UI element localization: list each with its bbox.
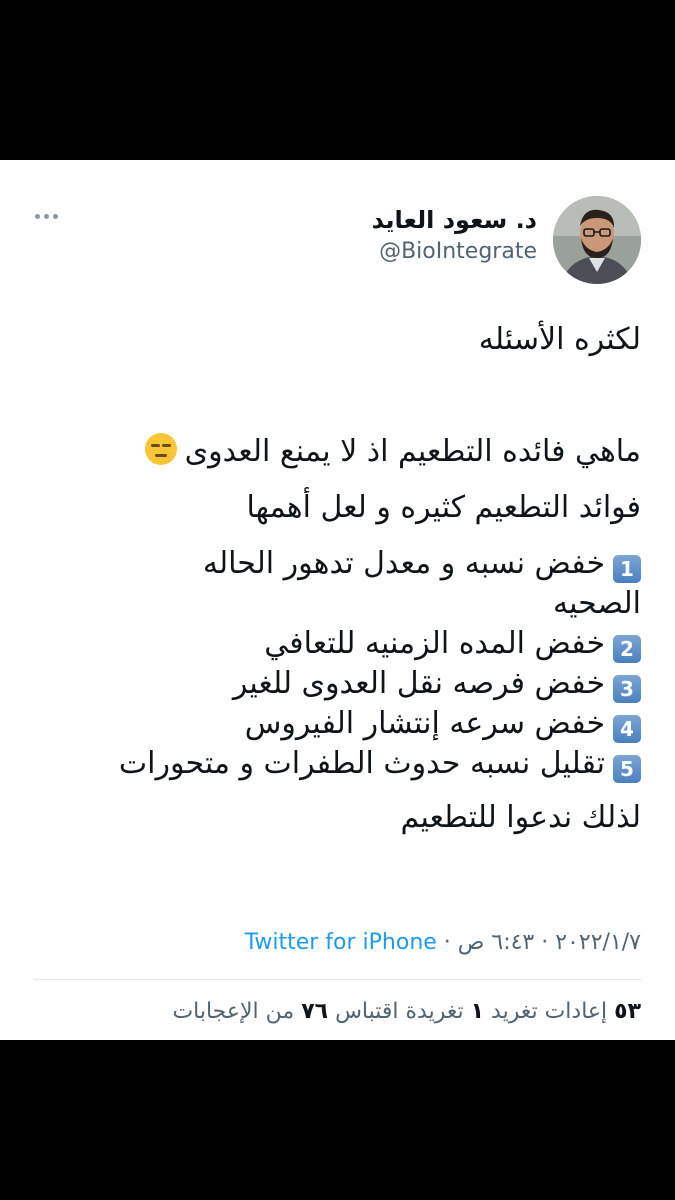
tweet-stats: ٥٣ إعادات تغريد ١ تغريدة اقتباس ٧٦ من ال… (34, 996, 641, 1028)
user-names[interactable]: د. سعود العايد @BioIntegrate (372, 204, 537, 268)
tweet-question-line: ماهي فائده التطعيم اذ لا يمنع العدوى (40, 432, 641, 472)
list-item-text: خفض فرصه نقل العدوى للغير (232, 666, 605, 701)
likes-count: ٧٦ (301, 999, 329, 1024)
list-item-text: خفض سرعه إنتشار الفيروس (244, 706, 605, 741)
tweet-date[interactable]: ٢٠٢٢/١/٧ (555, 930, 641, 955)
keycap-number-icon: 5 (613, 755, 641, 783)
meta-separator: · (541, 930, 549, 955)
tweet-card: د. سعود العايد @BioIntegrate لكثره الأسئ… (0, 160, 675, 1040)
quotes-count: ١ (470, 999, 485, 1024)
list-item-text: خفض نسبه و معدل تدهور الحاله (202, 546, 605, 581)
tweet-benefits-intro: فوائد التطعيم كثيره و لعل أهمها (246, 490, 641, 525)
list-item-text: تقليل نسبه حدوث الطفرات و متحورات (118, 746, 605, 781)
list-item: 4 خفض سرعه إنتشار الفيروس (40, 704, 641, 744)
retweets-count: ٥٣ (614, 999, 641, 1024)
tweet-intro: لكثره الأسئله (478, 322, 641, 357)
tweet-question: ماهي فائده التطعيم اذ لا يمنع العدوى (184, 434, 641, 469)
list-item: 1 خفض نسبه و معدل تدهور الحاله (40, 544, 641, 584)
list-item: 2 خفض المده الزمنيه للتعافي (40, 624, 641, 664)
keycap-number-icon: 3 (613, 675, 641, 703)
more-options-icon[interactable] (34, 212, 60, 222)
list-item-text: خفض المده الزمنيه للتعافي (264, 626, 605, 661)
expressionless-face-icon (144, 433, 177, 465)
keycap-number-icon: 2 (613, 635, 641, 663)
tweet-header: د. سعود العايد @BioIntegrate (34, 196, 641, 288)
keycap-number-icon: 4 (613, 715, 641, 743)
tweet-time[interactable]: ٦:٤٣ ص (458, 930, 534, 955)
likes-stat[interactable]: ٧٦ من الإعجابات (172, 999, 328, 1024)
quotes-stat[interactable]: ١ تغريدة اقتباس (335, 999, 484, 1024)
meta-separator: · (443, 930, 451, 955)
tweet-source-link[interactable]: Twitter for iPhone (245, 930, 437, 955)
retweets-label: إعادات تغريد (491, 999, 608, 1024)
likes-label: من الإعجابات (172, 999, 295, 1024)
divider (34, 979, 641, 980)
tweet-meta: ٢٠٢٢/١/٧ · ٦:٤٣ ص · Twitter for iPhone (34, 928, 641, 958)
user-handle[interactable]: @BioIntegrate (372, 236, 537, 268)
tweet-closing: لذلك ندعوا للتطعيم (400, 800, 641, 835)
keycap-number-icon: 1 (613, 555, 641, 583)
retweets-stat[interactable]: ٥٣ إعادات تغريد (491, 999, 641, 1024)
display-name[interactable]: د. سعود العايد (372, 204, 537, 236)
avatar[interactable] (553, 196, 641, 284)
tweet-text: لكثره الأسئله ماهي فائده التطعيم اذ لا ي… (40, 320, 641, 838)
list-item: 5 تقليل نسبه حدوث الطفرات و متحورات (40, 744, 641, 784)
list-item: 3 خفض فرصه نقل العدوى للغير (40, 664, 641, 704)
list-item-continuation: الصحيه (553, 586, 641, 621)
avatar-photo-icon (553, 196, 641, 284)
quotes-label: تغريدة اقتباس (335, 999, 464, 1024)
